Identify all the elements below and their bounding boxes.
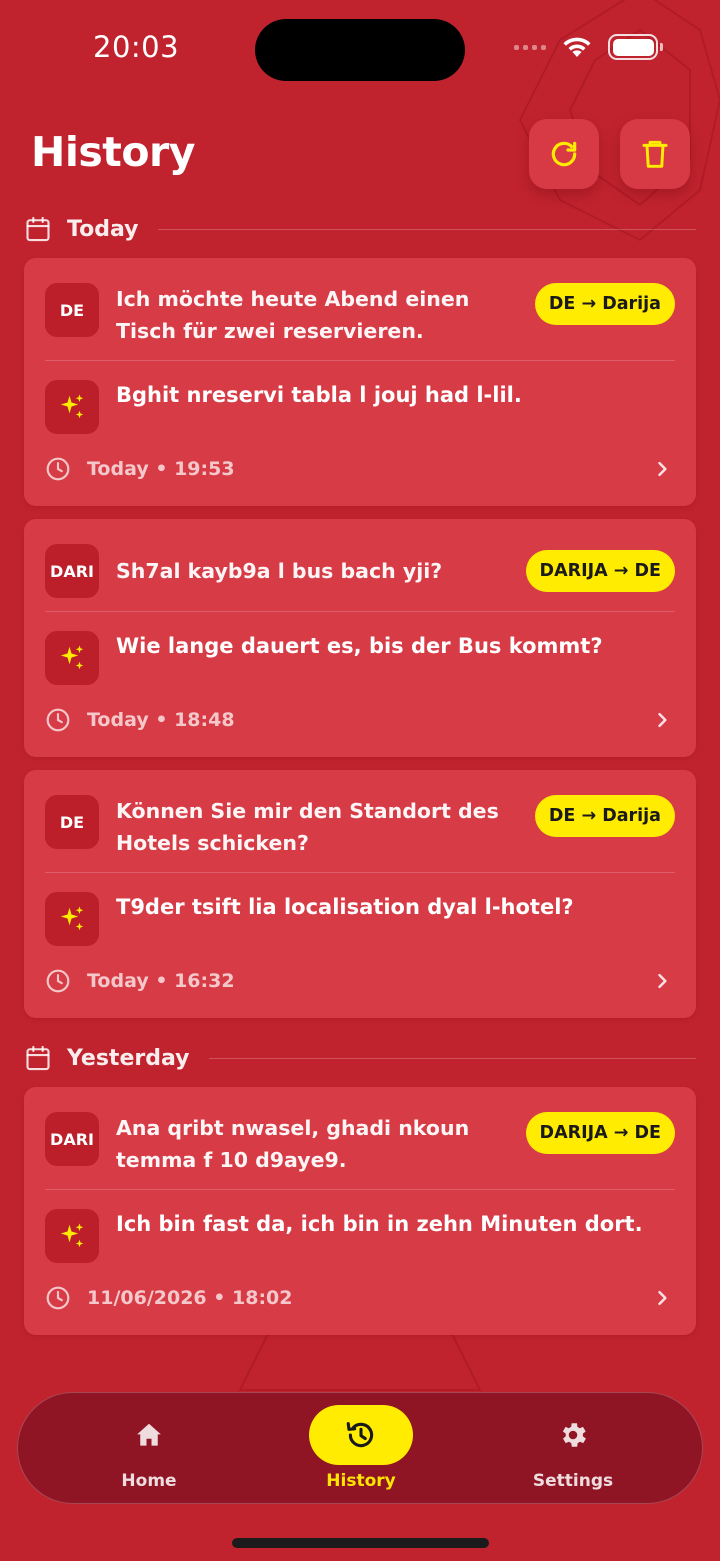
section-divider bbox=[209, 1057, 696, 1059]
refresh-icon bbox=[551, 141, 577, 167]
section-header-yesterday: Yesterday bbox=[24, 1041, 696, 1075]
section-divider bbox=[158, 228, 696, 230]
translation-text: Bghit nreservi tabla l jouj had l-lil. bbox=[116, 383, 522, 407]
section-header-today: Today bbox=[24, 212, 696, 246]
history-card[interactable]: DARI Ana qribt nwasel, ghadi nkoun temma… bbox=[24, 1087, 696, 1335]
nav-home[interactable]: Home bbox=[69, 1393, 229, 1505]
nav-label: Settings bbox=[532, 1471, 614, 1491]
card-divider bbox=[45, 360, 675, 361]
chevron-right-icon[interactable] bbox=[652, 710, 672, 730]
direction-pill: DE → Darija bbox=[534, 283, 675, 325]
section-label: Yesterday bbox=[67, 1045, 190, 1071]
sparkle-icon bbox=[45, 1209, 99, 1263]
history-card[interactable]: DARI Sh7al kayb9a l bus bach yji? DARIJA… bbox=[24, 519, 696, 757]
delete-all-button[interactable] bbox=[620, 119, 690, 189]
timestamp: Today • 18:48 bbox=[87, 709, 235, 731]
battery-icon bbox=[608, 34, 663, 60]
direction-pill: DARIJA → DE bbox=[525, 550, 675, 592]
translation-text: Ich bin fast da, ich bin in zehn Minuten… bbox=[116, 1212, 643, 1236]
calendar-icon bbox=[24, 215, 52, 243]
language-badge: DE bbox=[45, 283, 99, 337]
gear-icon bbox=[562, 1423, 586, 1447]
history-card[interactable]: DE Können Sie mir den Standort des Hotel… bbox=[24, 770, 696, 1018]
language-badge: DARI bbox=[45, 544, 99, 598]
section-label: Today bbox=[67, 216, 139, 242]
source-text: Können Sie mir den Standort des Hotels s… bbox=[116, 799, 499, 855]
translation-text: T9der tsift lia localisation dyal l-hote… bbox=[116, 895, 574, 919]
signal-icon bbox=[514, 44, 546, 50]
nav-history[interactable]: History bbox=[281, 1393, 441, 1505]
nav-label: Home bbox=[121, 1471, 177, 1491]
home-icon bbox=[137, 1423, 161, 1446]
language-badge: DE bbox=[45, 795, 99, 849]
status-icons bbox=[514, 34, 663, 60]
dynamic-island bbox=[255, 19, 465, 81]
clock-icon bbox=[46, 1286, 70, 1310]
history-icon bbox=[346, 1422, 374, 1448]
sparkle-icon bbox=[45, 380, 99, 434]
source-text: Ana qribt nwasel, ghadi nkoun temma f 10… bbox=[116, 1116, 470, 1172]
page-title: History bbox=[31, 128, 195, 176]
bottom-navigation: Home History Settings bbox=[17, 1392, 703, 1504]
clock-icon bbox=[46, 969, 70, 993]
translation-text: Wie lange dauert es, bis der Bus kommt? bbox=[116, 634, 603, 658]
nav-settings[interactable]: Settings bbox=[493, 1393, 653, 1505]
nav-label: History bbox=[326, 1471, 396, 1491]
refresh-button[interactable] bbox=[529, 119, 599, 189]
chevron-right-icon[interactable] bbox=[652, 971, 672, 991]
language-badge: DARI bbox=[45, 1112, 99, 1166]
calendar-icon bbox=[24, 1044, 52, 1072]
clock-icon bbox=[46, 457, 70, 481]
card-divider bbox=[45, 611, 675, 612]
direction-pill: DE → Darija bbox=[534, 795, 675, 837]
status-time: 20:03 bbox=[93, 30, 180, 64]
timestamp: Today • 19:53 bbox=[87, 458, 235, 480]
trash-icon bbox=[642, 140, 668, 168]
sparkle-icon bbox=[45, 892, 99, 946]
timestamp: Today • 16:32 bbox=[87, 970, 235, 992]
chevron-right-icon[interactable] bbox=[652, 1288, 672, 1308]
sparkle-icon bbox=[45, 631, 99, 685]
source-text: Ich möchte heute Abend einen Tisch für z… bbox=[116, 287, 470, 343]
card-divider bbox=[45, 872, 675, 873]
card-divider bbox=[45, 1189, 675, 1190]
direction-pill: DARIJA → DE bbox=[525, 1112, 675, 1154]
wifi-icon bbox=[563, 37, 591, 57]
history-card[interactable]: DE Ich möchte heute Abend einen Tisch fü… bbox=[24, 258, 696, 506]
chevron-right-icon[interactable] bbox=[652, 459, 672, 479]
source-text: Sh7al kayb9a l bus bach yji? bbox=[116, 559, 443, 583]
timestamp: 11/06/2026 • 18:02 bbox=[87, 1287, 293, 1309]
clock-icon bbox=[46, 708, 70, 732]
home-indicator[interactable] bbox=[232, 1538, 489, 1548]
